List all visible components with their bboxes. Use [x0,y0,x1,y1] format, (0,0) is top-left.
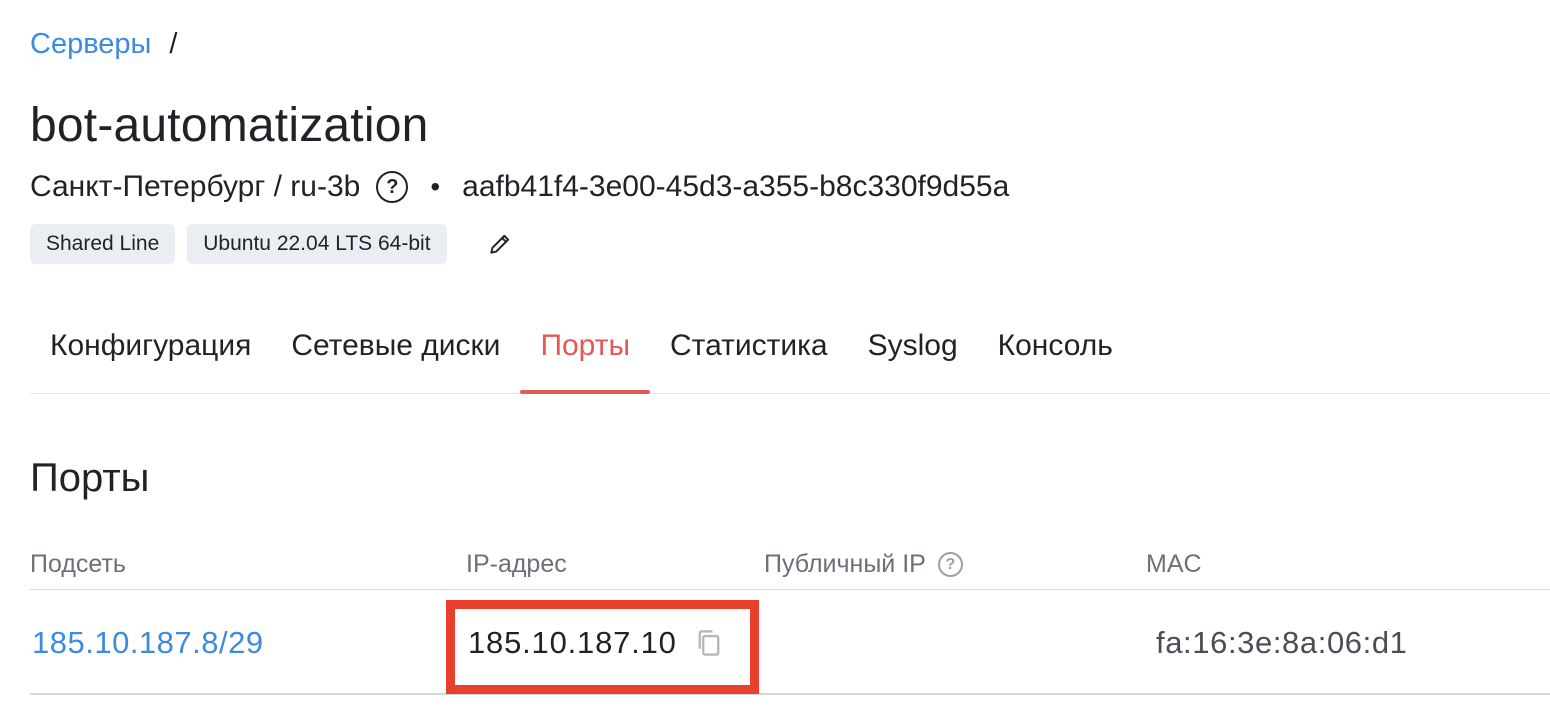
tab-syslog[interactable]: Syslog [848,300,978,392]
section-title-ports: Порты [30,456,150,500]
column-header-public-ip-label: Публичный IP [764,550,926,578]
breadcrumb-separator: / [169,28,178,60]
table-row: 185.10.187.8/29 185.10.187.10 fa:16:3e:8… [30,591,1550,695]
server-meta: Санкт-Петербург / ru-3b ? • aafb41f4-3e0… [30,170,1009,204]
ip-highlight-box [446,600,759,694]
public-ip-help-icon[interactable]: ? [937,552,963,577]
tag-plan: Shared Line [30,224,176,264]
tab-console[interactable]: Консоль [978,300,1133,392]
tag-os: Ubuntu 22.04 LTS 64-bit [187,224,447,264]
ports-table-header: Подсеть IP-адрес Публичный IP ? MAC [30,546,1550,590]
tab-ports[interactable]: Порты [520,300,650,394]
server-uuid: aafb41f4-3e00-45d3-a355-b8c330f9d55a [462,170,1010,203]
column-header-subnet: Подсеть [30,550,126,578]
meta-separator: • [430,171,441,202]
tab-configuration[interactable]: Конфигурация [30,300,271,392]
column-header-mac: MAC [1146,550,1202,578]
breadcrumb: Серверы / [30,28,177,61]
server-tabs: Конфигурация Сетевые диски Порты Статист… [30,300,1550,394]
column-header-ip: IP-адрес [466,550,567,578]
page-title: bot-automatization [30,99,429,152]
column-header-public-ip: Публичный IP ? [764,550,963,579]
server-location: Санкт-Петербург / ru-3b [30,170,361,203]
tab-statistics[interactable]: Статистика [650,300,848,392]
location-help-icon[interactable]: ? [376,171,409,203]
mac-address-value: fa:16:3e:8a:06:d1 [1156,625,1408,660]
subnet-link[interactable]: 185.10.187.8/29 [32,625,264,661]
server-tags: Shared Line Ubuntu 22.04 LTS 64-bit [30,224,515,264]
tab-network-disks[interactable]: Сетевые диски [271,300,520,392]
breadcrumb-link-servers[interactable]: Серверы [30,28,151,61]
pencil-icon [489,234,509,254]
edit-tags-button[interactable] [485,229,515,259]
